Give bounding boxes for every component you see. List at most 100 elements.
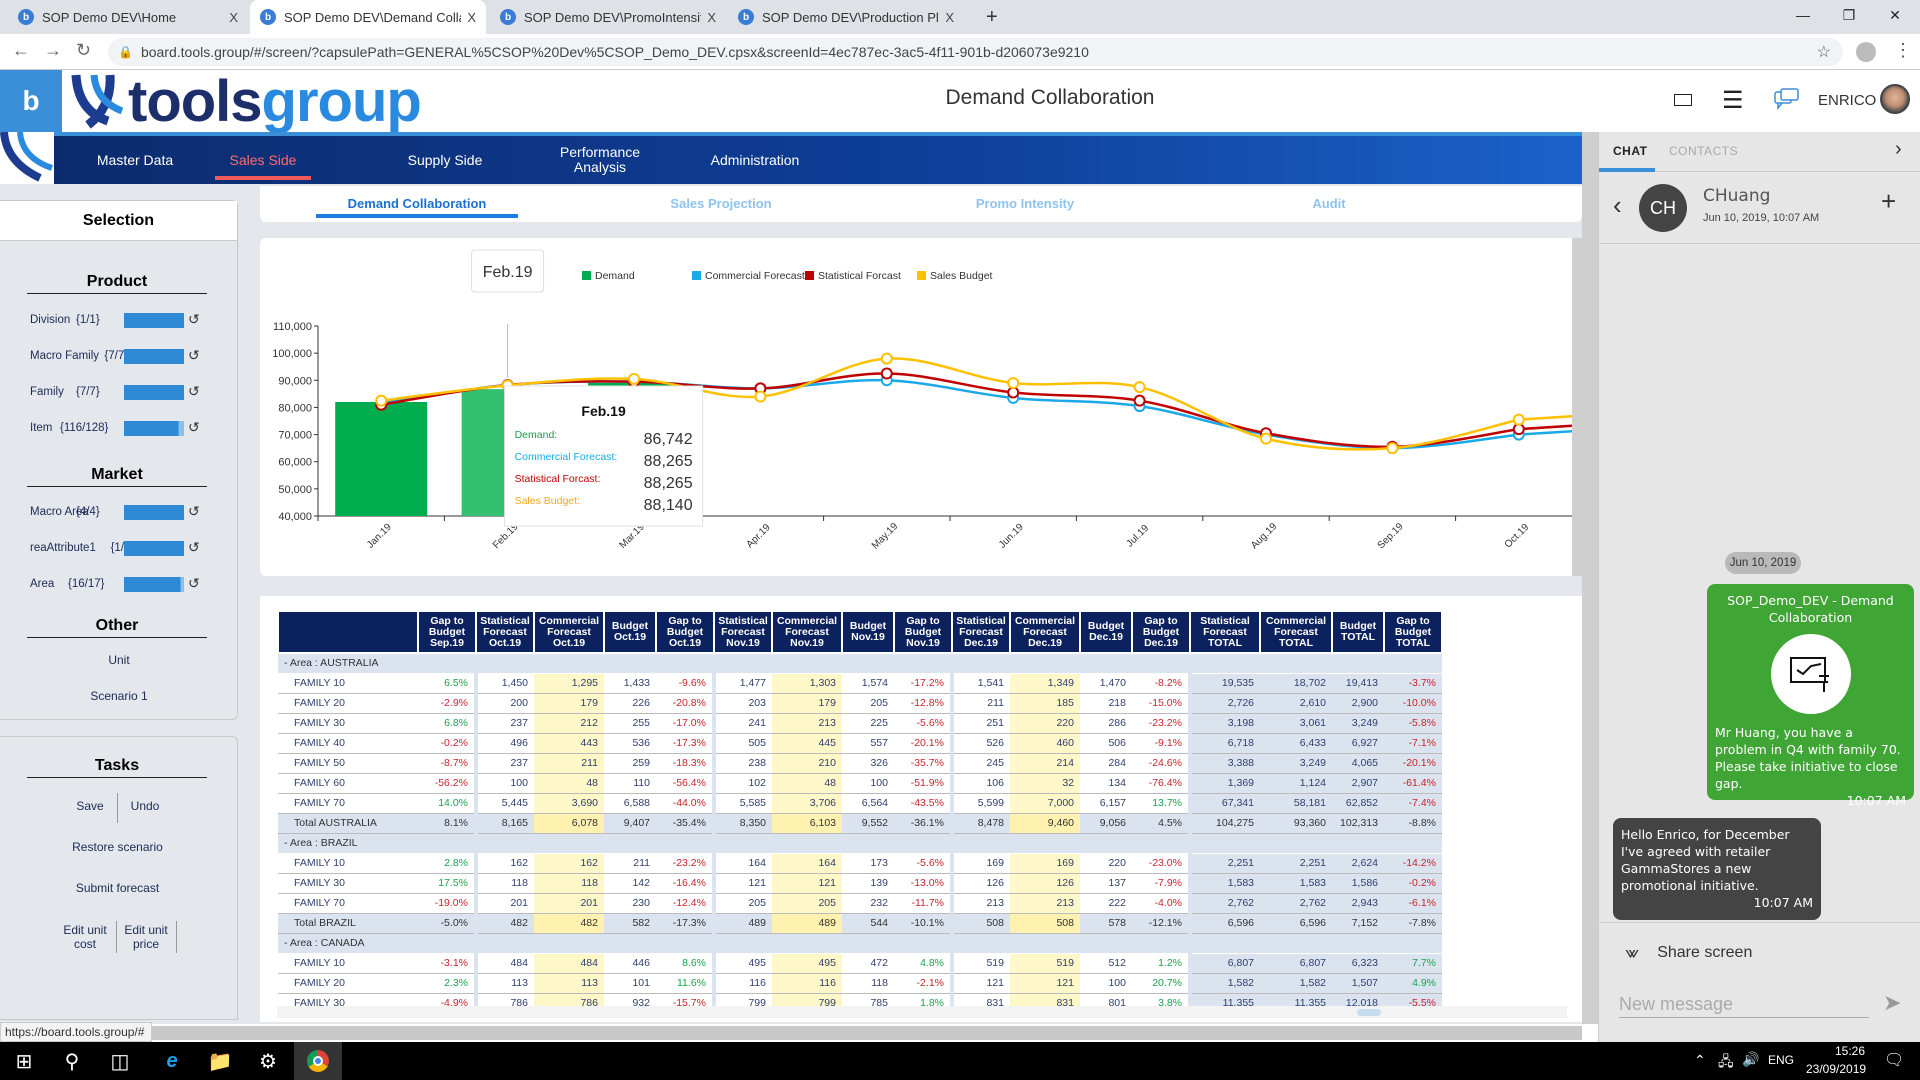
sales-budget-point[interactable]	[1386, 442, 1399, 455]
sales-budget-point[interactable]	[1260, 432, 1272, 445]
share-screen-button[interactable]: ⩖ Share screen	[1625, 942, 1752, 963]
unit-selector[interactable]: Unit	[0, 653, 238, 667]
column-header[interactable]: Statistical Forecast Dec.19	[951, 610, 1011, 654]
editable-cell[interactable]: 213	[772, 713, 842, 734]
reset-selection-icon[interactable]: ↺	[188, 503, 200, 520]
sales-budget-point[interactable]	[1133, 381, 1146, 394]
reset-selection-icon[interactable]: ↺	[188, 539, 200, 556]
add-icon[interactable]: +	[1881, 186, 1896, 217]
board-logo[interactable]: b	[0, 70, 62, 132]
fullscreen-icon[interactable]	[1674, 94, 1692, 106]
editable-cell[interactable]: 6,078	[534, 813, 604, 834]
editable-cell[interactable]: 162	[534, 853, 604, 874]
tab-chat[interactable]: CHAT	[1613, 144, 1647, 158]
close-tab-icon[interactable]: X	[467, 10, 476, 25]
save-button[interactable]: Save	[70, 799, 110, 813]
sales-budget-point[interactable]	[375, 394, 388, 407]
windows-start-icon[interactable]: ⊞	[0, 1042, 48, 1080]
reset-selection-icon[interactable]: ↺	[188, 575, 200, 592]
sales-budget-point[interactable]	[1512, 413, 1525, 426]
table-row[interactable]: FAMILY 10 -3.1% 484 484 446 8.6% 495 495 472 4.8%…	[278, 953, 1442, 974]
table-row[interactable]: FAMILY 70 14.0% 5,445 3,690 6,588 -44.0% 5,585…	[278, 793, 1442, 814]
column-header[interactable]: Budget TOTAL	[1331, 610, 1385, 654]
nav-administration[interactable]: Administration	[700, 136, 810, 184]
profile-icon[interactable]	[1856, 42, 1876, 62]
statistical-forcast-point[interactable]	[880, 367, 893, 380]
table-row[interactable]: FAMILY 20 -2.9% 200 179 226 -20.8% 203 179 205 -1…	[278, 693, 1442, 714]
editable-cell[interactable]: 214	[1010, 753, 1080, 774]
statistical-forcast-point[interactable]	[1133, 394, 1146, 407]
editable-cell[interactable]: 116	[772, 973, 842, 994]
editable-cell[interactable]: 118	[534, 873, 604, 894]
selector-macro-area[interactable]: Macro Area {4/4} ↺	[30, 503, 205, 523]
area-group-row[interactable]: - Area : CANADA	[278, 933, 1442, 954]
collapse-chat-icon[interactable]: ›	[1895, 138, 1902, 161]
settings-gear-icon[interactable]: ⚙	[244, 1042, 292, 1080]
editable-cell[interactable]: 484	[534, 953, 604, 974]
back-chevron-icon[interactable]: ‹	[1613, 190, 1622, 221]
subtab-audit[interactable]: Audit	[1228, 196, 1430, 211]
selection-fill-bar[interactable]	[124, 385, 184, 400]
editable-cell[interactable]: 460	[1010, 733, 1080, 754]
menu-dots-icon[interactable]: ⋮	[1894, 40, 1912, 61]
selection-fill-bar[interactable]	[124, 421, 184, 436]
forward-icon[interactable]: →	[44, 40, 62, 61]
total-row[interactable]: Total BRAZIL -5.0% 482 482 582 -17.3% 489 489 54…	[278, 913, 1442, 934]
close-window-button[interactable]: ✕	[1872, 0, 1918, 30]
editable-cell[interactable]: 169	[1010, 853, 1080, 874]
table-row[interactable]: FAMILY 40 -0.2% 496 443 536 -17.3% 505 445 557 -2…	[278, 733, 1442, 754]
editable-cell[interactable]: 495	[772, 953, 842, 974]
selector-item[interactable]: Item {116/128} ↺	[30, 419, 205, 439]
scenario-selector[interactable]: Scenario 1	[0, 689, 238, 703]
page-horizontal-scrollbar[interactable]	[152, 1026, 1582, 1040]
column-header[interactable]: Gap to Budget Dec.19	[1131, 610, 1191, 654]
chart-scrollbar[interactable]	[1572, 238, 1582, 576]
reload-icon[interactable]: ↻	[76, 40, 91, 61]
editable-cell[interactable]: 3,706	[772, 793, 842, 814]
bookmark-star-icon[interactable]: ☆	[1817, 42, 1831, 62]
browser-tab-demand-collaboration[interactable]: b SOP Demo DEV\Demand Collabo X	[250, 0, 486, 34]
editable-cell[interactable]: 508	[1010, 913, 1080, 934]
undo-button[interactable]: Undo	[124, 799, 166, 813]
column-header[interactable]: Commercial Forecast Dec.19	[1009, 610, 1081, 654]
editable-cell[interactable]: 3,690	[534, 793, 604, 814]
user-avatar[interactable]	[1880, 84, 1910, 114]
task-view-icon[interactable]: ◫	[96, 1042, 144, 1080]
selector-macro-family[interactable]: Macro Family {7/7} ↺	[30, 347, 205, 367]
network-icon[interactable]: 🖧	[1718, 1051, 1734, 1075]
chrome-icon[interactable]	[294, 1042, 342, 1080]
column-header[interactable]: Statistical Forecast Oct.19	[475, 610, 535, 654]
tab-contacts[interactable]: CONTACTS	[1669, 144, 1738, 158]
search-icon[interactable]: ⚲	[48, 1042, 96, 1080]
browser-tab-promointensity[interactable]: b SOP Demo DEV\PromoIntensity X	[490, 0, 726, 34]
column-header[interactable]: Gap to Budget Nov.19	[893, 610, 953, 654]
reset-selection-icon[interactable]: ↺	[188, 347, 200, 364]
editable-cell[interactable]: 489	[772, 913, 842, 934]
reset-selection-icon[interactable]: ↺	[188, 419, 200, 436]
editable-cell[interactable]: 9,460	[1010, 813, 1080, 834]
selection-fill-bar[interactable]	[124, 313, 184, 328]
selection-fill-bar[interactable]	[124, 349, 184, 364]
column-header[interactable]	[277, 610, 419, 654]
restore-scenario-button[interactable]: Restore scenario	[40, 840, 195, 854]
demand-bar[interactable]	[335, 402, 428, 516]
restore-button[interactable]: ❐	[1826, 0, 1872, 30]
volume-icon[interactable]: 🔊	[1742, 1051, 1759, 1068]
column-header[interactable]: Gap to Budget Sep.19	[417, 610, 477, 654]
editable-cell[interactable]: 121	[1010, 973, 1080, 994]
clock-date[interactable]: 23/09/2019	[1806, 1062, 1866, 1076]
editable-cell[interactable]: 1,295	[534, 673, 604, 694]
editable-cell[interactable]: 179	[534, 693, 604, 714]
sales-budget-point[interactable]	[880, 352, 893, 365]
send-icon[interactable]: ➤	[1883, 990, 1901, 1016]
editable-cell[interactable]: 185	[1010, 693, 1080, 714]
table-row[interactable]: FAMILY 70 -19.0% 201 201 230 -12.4% 205 205 232-…	[278, 893, 1442, 914]
browser-tab-production-plan[interactable]: b SOP Demo DEV\Production Plann X	[728, 0, 964, 34]
table-row[interactable]: FAMILY 50 -8.7% 237 211 259 -18.3% 238 210 326 -3…	[278, 753, 1442, 774]
file-explorer-icon[interactable]: 📁	[196, 1042, 244, 1080]
editable-cell[interactable]: 6,103	[772, 813, 842, 834]
column-header[interactable]: Gap to Budget Oct.19	[655, 610, 715, 654]
editable-cell[interactable]: 1,303	[772, 673, 842, 694]
new-message-input[interactable]: New message	[1619, 994, 1869, 1018]
editable-cell[interactable]: 201	[534, 893, 604, 914]
